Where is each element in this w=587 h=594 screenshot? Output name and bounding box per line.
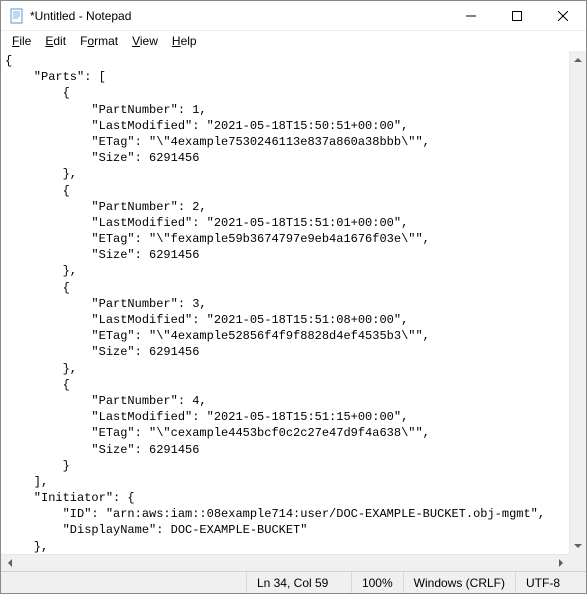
menu-help[interactable]: Help <box>165 33 204 49</box>
status-spacer <box>1 572 247 593</box>
scroll-up-arrow[interactable] <box>570 51 586 68</box>
statusbar: Ln 34, Col 59 100% Windows (CRLF) UTF-8 <box>1 571 586 593</box>
menu-view[interactable]: View <box>125 33 165 49</box>
content-area: { "Parts": [ { "PartNumber": 1, "LastMod… <box>1 51 586 554</box>
window-controls <box>448 1 586 30</box>
menu-file[interactable]: File <box>5 33 38 49</box>
menu-edit[interactable]: Edit <box>38 33 73 49</box>
scroll-right-arrow[interactable] <box>552 555 569 571</box>
titlebar[interactable]: *Untitled - Notepad <box>1 1 586 31</box>
maximize-button[interactable] <box>494 1 540 30</box>
scroll-down-arrow[interactable] <box>570 537 586 554</box>
menu-format[interactable]: Format <box>73 33 125 49</box>
status-encoding: UTF-8 <box>516 572 586 593</box>
vertical-scrollbar[interactable] <box>569 51 586 554</box>
notepad-window: *Untitled - Notepad File Edit Format Vie… <box>0 0 587 594</box>
status-position: Ln 34, Col 59 <box>247 572 352 593</box>
status-lineending: Windows (CRLF) <box>404 572 516 593</box>
menubar: File Edit Format View Help <box>1 31 586 51</box>
scroll-left-arrow[interactable] <box>1 555 18 571</box>
text-editor[interactable]: { "Parts": [ { "PartNumber": 1, "LastMod… <box>1 51 569 554</box>
notepad-icon <box>9 8 25 24</box>
close-button[interactable] <box>540 1 586 30</box>
scroll-corner <box>569 554 586 571</box>
bottom-scroll-row <box>1 554 586 571</box>
window-title: *Untitled - Notepad <box>30 9 448 23</box>
status-zoom: 100% <box>352 572 404 593</box>
minimize-button[interactable] <box>448 1 494 30</box>
horizontal-scrollbar[interactable] <box>1 554 569 571</box>
